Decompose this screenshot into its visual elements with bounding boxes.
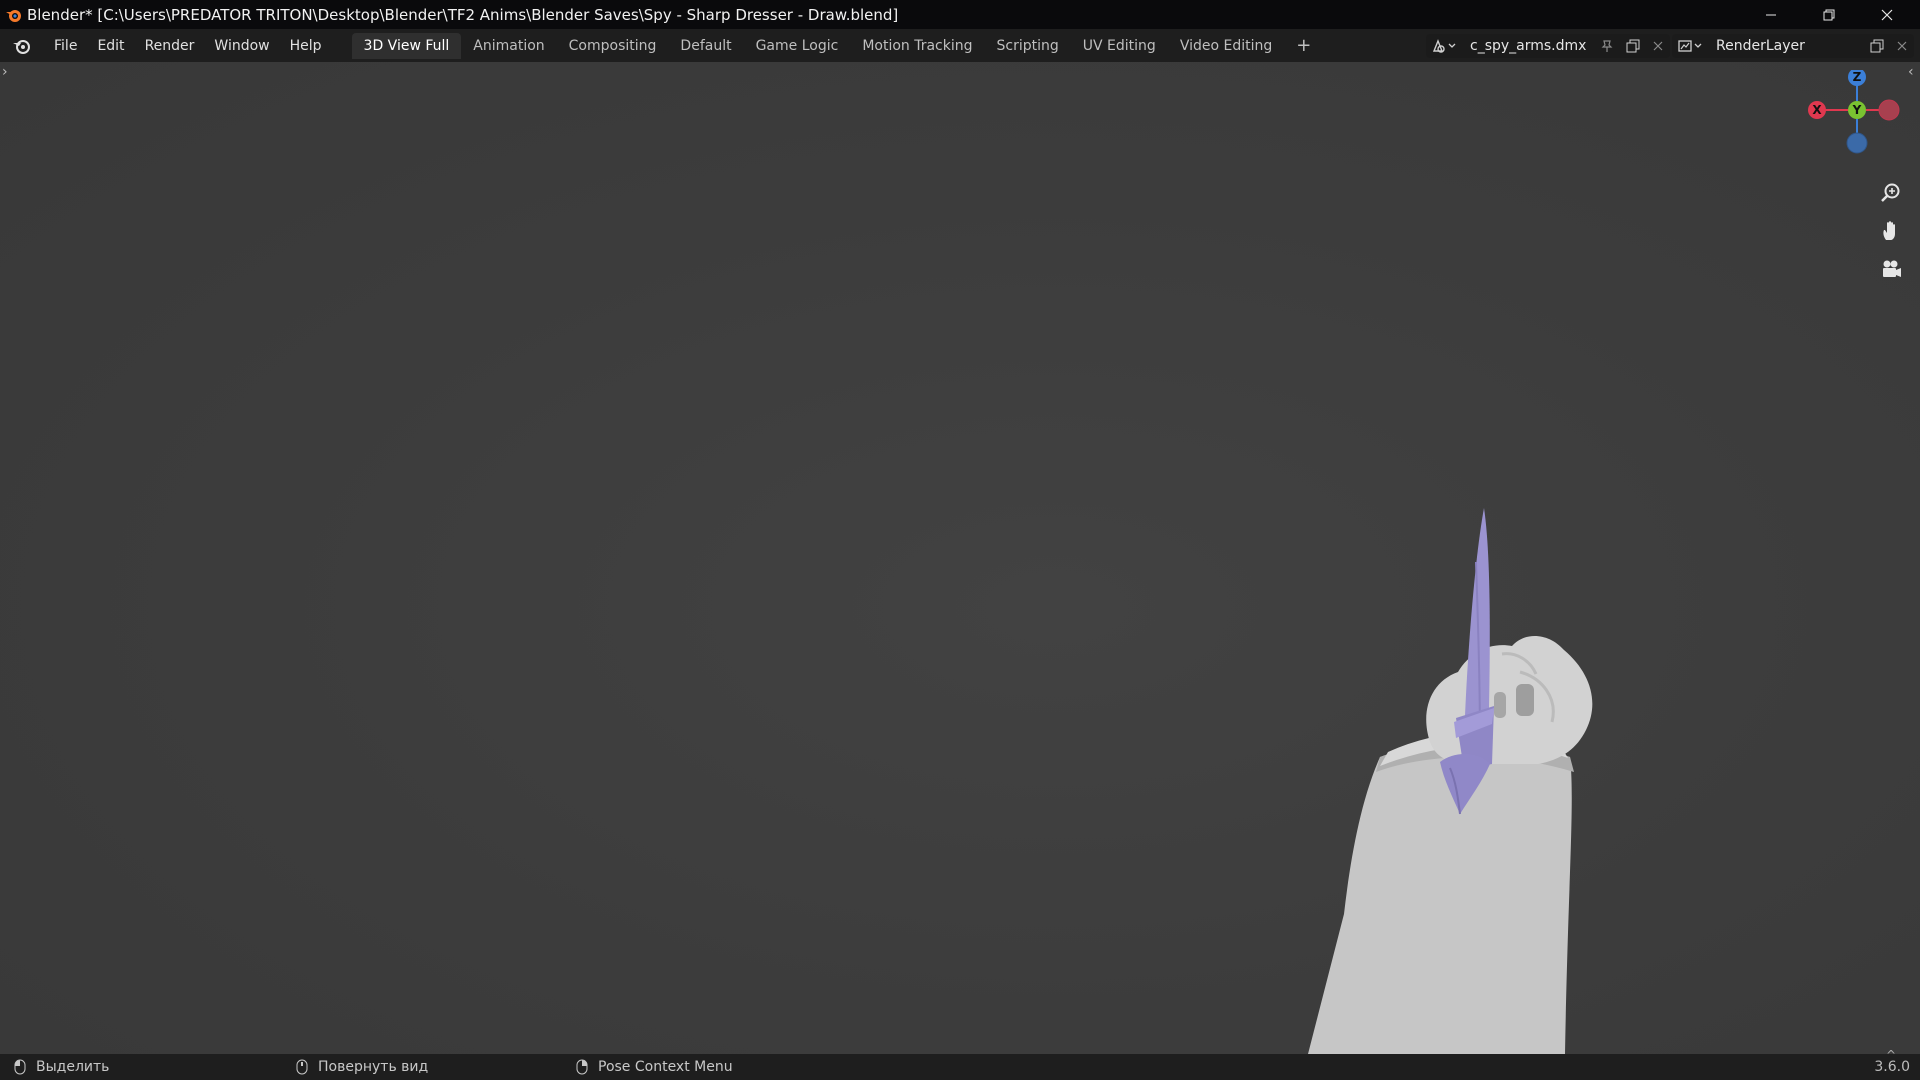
arm-model[interactable] xyxy=(1280,502,1620,1054)
navigation-gizmo[interactable]: Z X Y xyxy=(1800,70,1910,180)
zoom-icon xyxy=(1881,183,1900,202)
menu-render[interactable]: Render xyxy=(135,34,205,58)
status-right-label: Pose Context Menu xyxy=(598,1059,733,1075)
delete-view-layer-button[interactable] xyxy=(1890,33,1914,58)
scene-name: c_spy_arms.dmx xyxy=(1470,37,1587,54)
delete-scene-button[interactable] xyxy=(1646,33,1670,58)
sleeve xyxy=(1308,742,1572,1054)
tab-uv-editing[interactable]: UV Editing xyxy=(1071,33,1168,59)
view-layer-name-field[interactable]: RenderLayer xyxy=(1708,33,1864,58)
camera-view-button[interactable] xyxy=(1876,254,1906,284)
status-bar: Выделить Повернуть вид Pose Context Menu… xyxy=(0,1048,1920,1080)
menu-help[interactable]: Help xyxy=(280,34,332,58)
camera-icon xyxy=(1883,260,1901,277)
view-layer-icon xyxy=(1678,39,1702,52)
status-middle-label: Повернуть вид xyxy=(318,1059,429,1075)
mouse-left-icon xyxy=(14,1059,26,1075)
blender-logo-icon xyxy=(13,39,30,54)
add-workspace-button[interactable]: + xyxy=(1284,33,1323,59)
scene-selector: c_spy_arms.dmx xyxy=(1426,29,1670,62)
view-layer-browse-button[interactable] xyxy=(1672,33,1708,58)
mouse-middle-icon xyxy=(296,1059,308,1075)
view-layer-selector: RenderLayer xyxy=(1672,29,1914,62)
menu-file[interactable]: File xyxy=(44,34,87,58)
window-title: Blender* [C:\Users\PREDATOR TRITON\Deskt… xyxy=(27,5,899,24)
gizmo-neg-z[interactable] xyxy=(1846,132,1868,154)
close-icon xyxy=(1881,9,1892,20)
restore-icon xyxy=(1823,9,1834,20)
tab-3d-view-full[interactable]: 3D View Full xyxy=(351,32,462,59)
tab-compositing[interactable]: Compositing xyxy=(557,33,669,59)
status-middle-click: Повернуть вид xyxy=(296,1054,428,1080)
duplicate-icon xyxy=(1626,39,1640,52)
duplicate-icon xyxy=(1870,39,1884,52)
new-view-layer-button[interactable] xyxy=(1864,33,1890,58)
blender-logo-icon xyxy=(6,9,21,22)
close-window-button[interactable] xyxy=(1858,0,1915,29)
menu-edit[interactable]: Edit xyxy=(87,34,134,58)
gizmo-x-label: X xyxy=(1812,103,1822,117)
pin-scene-button[interactable] xyxy=(1594,33,1620,58)
menu-window[interactable]: Window xyxy=(204,34,279,58)
gizmo-y-label: Y xyxy=(1852,103,1862,117)
minimize-button[interactable] xyxy=(1742,0,1799,29)
scene-browse-button[interactable] xyxy=(1426,33,1462,58)
zoom-view-button[interactable] xyxy=(1876,178,1906,208)
toolbar-expand-icon[interactable]: › xyxy=(2,64,8,80)
status-left-label: Выделить xyxy=(36,1059,110,1075)
close-icon xyxy=(1653,41,1663,50)
scene-name-field[interactable]: c_spy_arms.dmx xyxy=(1462,33,1594,58)
close-icon xyxy=(1897,41,1907,50)
status-right-click: Pose Context Menu xyxy=(576,1054,733,1080)
scene-icon xyxy=(1432,38,1456,53)
status-left-click: Выделить xyxy=(14,1054,109,1080)
gizmo-z-label: Z xyxy=(1853,70,1862,84)
tab-scripting[interactable]: Scripting xyxy=(985,33,1071,59)
tab-motion-tracking[interactable]: Motion Tracking xyxy=(850,33,984,59)
3d-viewport[interactable]: › ‹ Z X Y xyxy=(0,62,1920,1054)
tab-game-logic[interactable]: Game Logic xyxy=(744,33,851,59)
hand-pan-icon xyxy=(1883,221,1895,240)
view-layer-name: RenderLayer xyxy=(1716,37,1805,54)
gizmo-neg-x[interactable] xyxy=(1878,99,1900,121)
restore-button[interactable] xyxy=(1800,0,1857,29)
blender-menu-button[interactable] xyxy=(0,37,44,55)
title-bar: Blender* [C:\Users\PREDATOR TRITON\Deskt… xyxy=(0,0,1920,29)
new-scene-button[interactable] xyxy=(1620,33,1646,58)
tab-default[interactable]: Default xyxy=(668,33,743,59)
minimize-icon xyxy=(1765,14,1776,15)
tab-animation[interactable]: Animation xyxy=(461,33,556,59)
version-label: 3.6.0 xyxy=(1874,1059,1910,1075)
pan-view-button[interactable] xyxy=(1876,216,1906,246)
pin-icon xyxy=(1601,39,1613,52)
tab-video-editing[interactable]: Video Editing xyxy=(1168,33,1284,59)
mouse-right-icon xyxy=(576,1059,588,1075)
